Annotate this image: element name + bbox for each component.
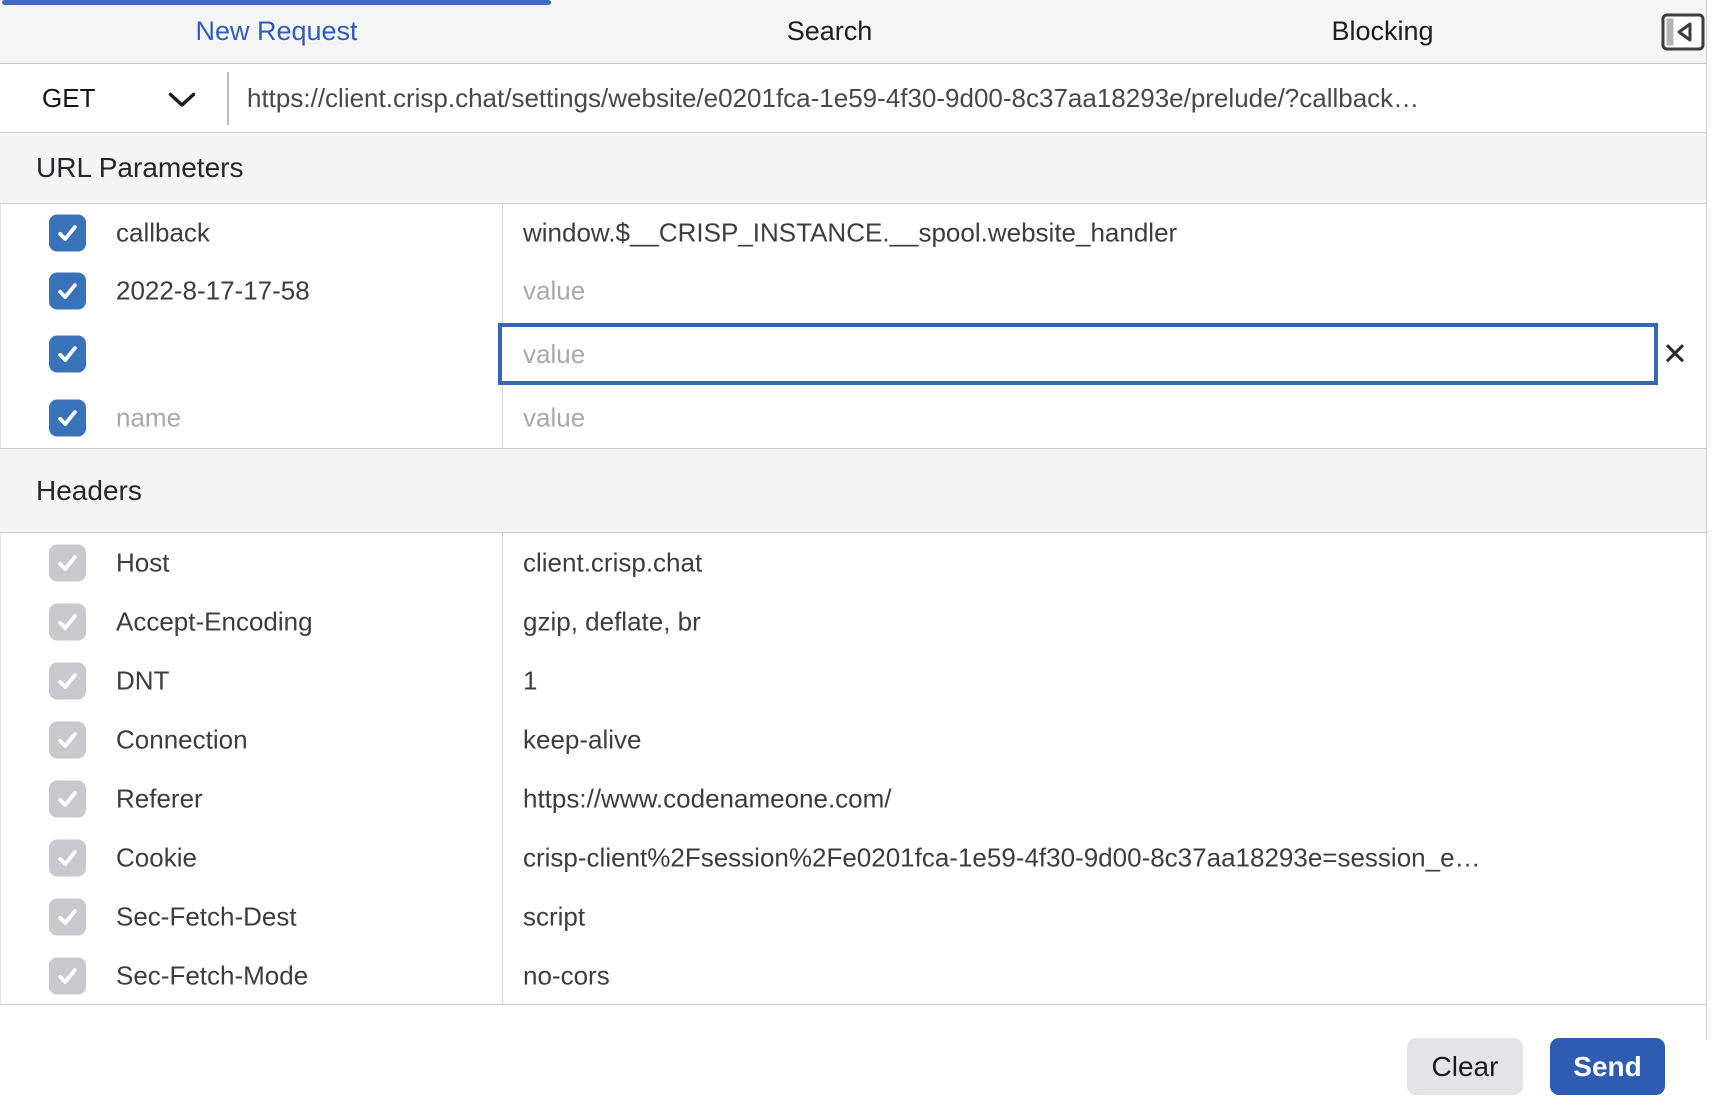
url-parameters-section-header: URL Parameters	[0, 132, 1707, 204]
header-row: Sec-Fetch-Dest script	[1, 887, 1707, 946]
tab-blocking[interactable]: Blocking	[1106, 0, 1659, 63]
row-checkbox-checked-disabled	[49, 839, 86, 876]
checkmark-icon	[58, 731, 77, 748]
header-row: Host client.crisp.chat	[1, 533, 1707, 592]
header-value-cell: keep-alive	[523, 724, 642, 754]
row-checkbox-checked-disabled	[49, 721, 86, 758]
header-row: Sec-Fetch-Mode no-cors	[1, 946, 1707, 1005]
header-value-cell: gzip, deflate, br	[523, 606, 701, 636]
tab-bar: New Request Search Blocking	[0, 0, 1707, 64]
parameter-name-cell[interactable]: name	[116, 403, 181, 434]
parameter-name-cell[interactable]: callback	[116, 218, 210, 249]
header-row: Cookie crisp-client%2Fsession%2Fe0201fca-…	[1, 828, 1707, 887]
header-name-cell: Accept-Encoding	[116, 606, 313, 636]
parameter-row: ✕	[1, 320, 1707, 388]
checkmark-icon	[58, 410, 77, 426]
clear-button[interactable]: Clear	[1407, 1038, 1523, 1095]
row-checkbox-checked-disabled	[49, 957, 86, 994]
checkmark-icon	[58, 225, 77, 241]
header-value-cell: no-cors	[523, 960, 610, 990]
row-checkbox-checked-disabled	[49, 603, 86, 640]
headers-table: Host client.crisp.chat Accept-Encoding gzip…	[0, 533, 1707, 1005]
tab-label: New Request	[195, 16, 358, 46]
checkmark-icon	[58, 672, 77, 689]
header-row: Referer https://www.codenameone.com/	[1, 769, 1707, 828]
row-checkbox-checked[interactable]	[49, 272, 86, 310]
header-name-cell: Connection	[116, 724, 248, 754]
header-row: DNT 1	[1, 651, 1707, 710]
header-value-cell: 1	[523, 665, 538, 695]
row-checkbox-checked-disabled	[49, 662, 86, 699]
row-checkbox-checked[interactable]	[49, 214, 86, 252]
parameter-value-input-focused[interactable]	[498, 323, 1658, 385]
url-parameters-table: callback window.$__CRISP_INSTANCE.__spool…	[0, 204, 1707, 448]
row-checkbox-checked-disabled	[49, 780, 86, 817]
checkmark-icon	[58, 790, 77, 807]
parameter-value-cell[interactable]: window.$__CRISP_INSTANCE.__spool.website…	[523, 218, 1663, 249]
header-value-cell: client.crisp.chat	[523, 547, 703, 577]
checkmark-icon	[58, 849, 77, 866]
header-name-cell: Cookie	[116, 842, 197, 872]
row-checkbox-checked[interactable]	[49, 335, 86, 373]
row-checkbox-checked-disabled	[49, 544, 86, 581]
request-composer-panel: New Request Search Blocking GET https://cl…	[0, 0, 1725, 1105]
request-bar: GET https://client.crisp.chat/settings/w…	[0, 65, 1707, 133]
header-name-cell: Sec-Fetch-Mode	[116, 960, 309, 990]
panel-right-border	[1706, 0, 1707, 1040]
parameter-value-cell[interactable]: value	[523, 276, 1663, 307]
parameter-value-cell[interactable]: value	[523, 403, 1663, 434]
checkmark-icon	[58, 283, 77, 299]
headers-title: Headers	[36, 474, 142, 506]
header-row: Accept-Encoding gzip, deflate, br	[1, 592, 1707, 651]
chevron-down-icon[interactable]	[168, 92, 196, 108]
request-url-field[interactable]: https://client.crisp.chat/settings/websi…	[247, 65, 1693, 132]
header-row: Connection keep-alive	[1, 710, 1707, 769]
close-icon[interactable]: ✕	[1662, 339, 1688, 370]
method-dropdown[interactable]: GET	[42, 65, 95, 132]
header-value-cell: script	[523, 901, 586, 931]
send-button[interactable]: Send	[1550, 1038, 1665, 1095]
sidebar-collapse-icon	[1661, 13, 1705, 50]
checkmark-icon	[58, 908, 77, 925]
parameter-row: callback window.$__CRISP_INSTANCE.__spool…	[1, 204, 1707, 262]
tabs: New Request Search Blocking	[0, 0, 1659, 63]
tab-label: Blocking	[1331, 16, 1434, 46]
checkmark-icon	[58, 967, 77, 984]
parameter-name-cell[interactable]: 2022-8-17-17-58	[116, 276, 310, 307]
header-name-cell: DNT	[116, 665, 170, 695]
active-tab-indicator	[2, 0, 551, 5]
tab-label: Search	[786, 16, 873, 46]
header-name-cell: Sec-Fetch-Dest	[116, 901, 297, 931]
header-value-cell: https://www.codenameone.com/	[523, 783, 892, 813]
header-name-cell: Referer	[116, 783, 203, 813]
tab-new-request[interactable]: New Request	[0, 0, 553, 63]
checkmark-icon	[58, 613, 77, 630]
parameter-value-input[interactable]	[502, 338, 1654, 370]
row-checkbox-checked[interactable]	[49, 399, 86, 437]
tab-search[interactable]: Search	[553, 0, 1106, 63]
header-name-cell: Host	[116, 547, 170, 577]
header-value-cell: crisp-client%2Fsession%2Fe0201fca-1e59-4…	[523, 842, 1481, 872]
checkmark-icon	[58, 554, 77, 571]
sidebar-toggle-button[interactable]	[1659, 0, 1707, 63]
headers-section-header: Headers	[0, 448, 1707, 533]
parameter-row: 2022-8-17-17-58 value	[1, 262, 1707, 320]
method-label: GET	[42, 83, 96, 113]
row-checkbox-checked-disabled	[49, 898, 86, 935]
checkmark-icon	[58, 346, 77, 362]
parameter-row: name value	[1, 388, 1707, 448]
method-url-divider	[227, 72, 229, 125]
url-parameters-title: URL Parameters	[36, 152, 244, 183]
